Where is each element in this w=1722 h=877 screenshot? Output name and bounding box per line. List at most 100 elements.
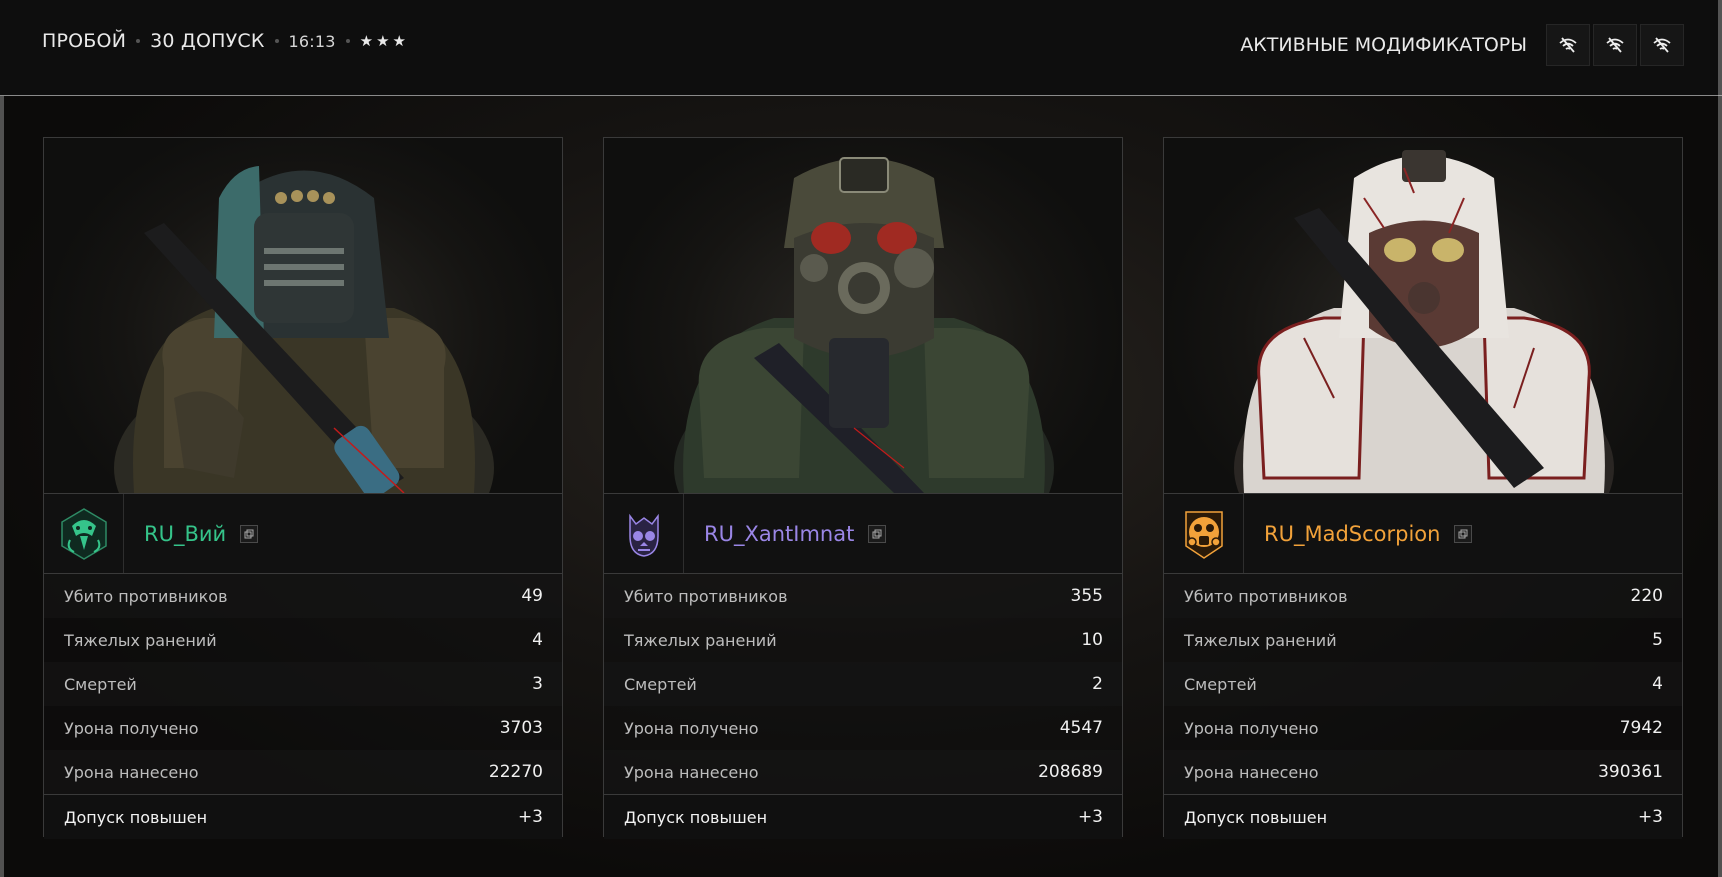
copy-name-button[interactable] xyxy=(1454,524,1473,543)
stat-row-damage-taken: Урона получено 3703 xyxy=(44,706,562,750)
stat-value: 355 xyxy=(1070,586,1103,606)
stat-value: 10 xyxy=(1081,630,1103,650)
clearance-raised-row: Допуск повышен +3 xyxy=(1164,794,1682,839)
modifiers-label: АКТИВНЫЕ МОДИФИКАТОРЫ xyxy=(1240,34,1527,56)
stat-value: 3 xyxy=(532,674,543,694)
copy-name-button[interactable] xyxy=(240,524,259,543)
modifier-button-3[interactable] xyxy=(1640,24,1684,66)
separator-dot xyxy=(274,39,279,43)
separator-dot xyxy=(345,39,350,43)
player-name-row: RU_Вий xyxy=(44,494,562,574)
stat-label: Смертей xyxy=(1184,674,1257,694)
stat-label: Урона получено xyxy=(1184,718,1319,738)
stat-label: Смертей xyxy=(64,674,137,694)
stat-row-kills: Убито противников 220 xyxy=(1164,574,1682,618)
copy-icon xyxy=(1458,529,1468,538)
player-name: RU_MadScorpion xyxy=(1264,521,1441,546)
copy-icon xyxy=(872,529,882,538)
clearance-value: +3 xyxy=(1637,807,1663,827)
stats-list: Убито противников 220 Тяжелых ранений 5 … xyxy=(1164,574,1682,794)
no-signal-icon xyxy=(1606,37,1624,53)
stat-label: Убито противников xyxy=(64,586,228,606)
stat-row-damage-dealt: Урона нанесено 208689 xyxy=(604,750,1122,794)
stat-value: 22270 xyxy=(488,762,543,782)
no-signal-icon xyxy=(1559,37,1577,53)
clearance-label: Допуск повышен xyxy=(64,807,208,827)
stat-value: 4547 xyxy=(1059,718,1103,738)
stat-value: 220 xyxy=(1630,586,1663,606)
copy-icon xyxy=(244,529,254,538)
copy-name-button[interactable] xyxy=(868,524,887,543)
gasmask-emblem-icon xyxy=(1184,510,1223,559)
player-emblem xyxy=(1164,494,1244,573)
player-name: RU_Вий xyxy=(144,521,227,546)
stat-label: Убито противников xyxy=(624,586,788,606)
top-bar: ПРОБОЙ 30 ДОПУСК 16:13 ★★★ АКТИВНЫЕ МОДИ… xyxy=(0,0,1722,96)
stat-label: Урона получено xyxy=(624,718,759,738)
operator-portrait-image xyxy=(114,166,494,493)
clearance-level: 30 ДОПУСК xyxy=(150,30,265,52)
player-emblem xyxy=(44,494,124,573)
stat-label: Урона получено xyxy=(64,718,199,738)
stat-value: 4 xyxy=(1652,674,1663,694)
clearance-raised-row: Допуск повышен +3 xyxy=(44,794,562,839)
stat-value: 7942 xyxy=(1619,718,1663,738)
clearance-value: +3 xyxy=(517,807,543,827)
snake-emblem-icon xyxy=(60,507,107,560)
mission-mode: ПРОБОЙ xyxy=(42,30,127,52)
stat-label: Тяжелых ранений xyxy=(624,630,777,650)
skull-emblem-icon xyxy=(628,513,659,557)
stat-row-kills: Убито противников 355 xyxy=(604,574,1122,618)
stat-value: 2 xyxy=(1092,674,1103,694)
stat-value: 4 xyxy=(532,630,543,650)
mission-info: ПРОБОЙ 30 ДОПУСК 16:13 ★★★ xyxy=(42,30,409,52)
operator-portrait-image xyxy=(1234,150,1614,493)
stat-label: Урона нанесено xyxy=(1184,762,1319,782)
player-card-1: RU_Вий Убито противников 49 Тяжелых ране… xyxy=(43,137,563,839)
clearance-label: Допуск повышен xyxy=(624,807,768,827)
stat-value: 5 xyxy=(1652,630,1663,650)
clearance-raised-row: Допуск повышен +3 xyxy=(604,794,1122,839)
stat-label: Тяжелых ранений xyxy=(64,630,217,650)
stat-row-damage-taken: Урона получено 4547 xyxy=(604,706,1122,750)
separator-dot xyxy=(136,39,141,43)
modifier-button-2[interactable] xyxy=(1593,24,1637,66)
stat-label: Тяжелых ранений xyxy=(1184,630,1337,650)
clearance-value: +3 xyxy=(1077,807,1103,827)
player-card-2: RU_XantImnat Убито противников 355 Тяжел… xyxy=(603,137,1123,839)
player-name-row: RU_XantImnat xyxy=(604,494,1122,574)
stat-row-heavy-wounds: Тяжелых ранений 5 xyxy=(1164,618,1682,662)
stat-row-deaths: Смертей 4 xyxy=(1164,662,1682,706)
stat-value: 49 xyxy=(521,586,543,606)
stat-value: 390361 xyxy=(1598,762,1663,782)
player-emblem xyxy=(604,494,684,573)
player-portrait xyxy=(604,138,1122,494)
stat-row-deaths: Смертей 3 xyxy=(44,662,562,706)
stat-label: Смертей xyxy=(624,674,697,694)
stat-row-heavy-wounds: Тяжелых ранений 4 xyxy=(44,618,562,662)
player-name-row: RU_MadScorpion xyxy=(1164,494,1682,574)
stat-row-damage-dealt: Урона нанесено 22270 xyxy=(44,750,562,794)
operator-portrait-image xyxy=(674,157,1054,493)
player-portrait xyxy=(1164,138,1682,494)
stat-label: Урона нанесено xyxy=(64,762,199,782)
stat-row-kills: Убито противников 49 xyxy=(44,574,562,618)
active-modifiers: АКТИВНЫЕ МОДИФИКАТОРЫ xyxy=(1240,24,1684,66)
stat-label: Урона нанесено xyxy=(624,762,759,782)
stat-row-heavy-wounds: Тяжелых ранений 10 xyxy=(604,618,1122,662)
mission-time: 16:13 xyxy=(288,31,336,51)
stats-list: Убито противников 355 Тяжелых ранений 10… xyxy=(604,574,1122,794)
no-signal-icon xyxy=(1653,37,1671,53)
player-portrait xyxy=(44,138,562,494)
stat-row-damage-taken: Урона получено 7942 xyxy=(1164,706,1682,750)
modifier-button-1[interactable] xyxy=(1546,24,1590,66)
results-screen: ПРОБОЙ 30 ДОПУСК 16:13 ★★★ АКТИВНЫЕ МОДИ… xyxy=(0,0,1722,877)
player-card-3: RU_MadScorpion Убито противников 220 Тяж… xyxy=(1163,137,1683,839)
stat-label: Убито противников xyxy=(1184,586,1348,606)
stat-value: 208689 xyxy=(1038,762,1103,782)
player-name: RU_XantImnat xyxy=(704,521,855,546)
clearance-label: Допуск повышен xyxy=(1184,807,1328,827)
stat-value: 3703 xyxy=(499,718,543,738)
difficulty-stars: ★★★ xyxy=(359,32,409,50)
stats-list: Убито противников 49 Тяжелых ранений 4 С… xyxy=(44,574,562,794)
